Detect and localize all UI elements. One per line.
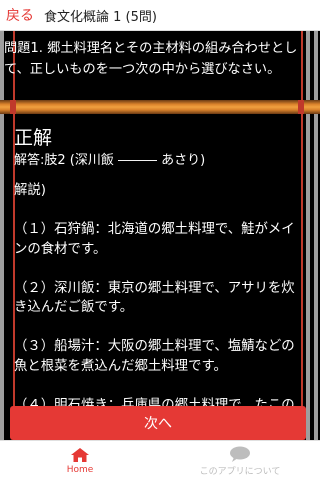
right-gray-rail <box>306 31 310 440</box>
app-header: 戻る 食文化概論 1 (5問) <box>0 0 320 31</box>
tab-about-label: このアプリについて <box>199 466 281 477</box>
answer-text: 解答:肢2 (深川飯 ――― あさり) <box>14 153 206 168</box>
speech-bubble-icon <box>230 446 250 462</box>
tab-home-label: Home <box>66 465 94 475</box>
tab-home[interactable]: Home <box>0 441 160 481</box>
question-text: 問題1. 郷土料理名とその主材料の組み合わせとして、正しいものを一つ次の中から選… <box>4 41 298 77</box>
page-title: 食文化概論 1 (5問) <box>44 9 157 25</box>
explanation-item-3: （３）船場汁：大阪の郷土料理で、塩鯖などの魚と根菜を煮込んだ郷土料理です。 <box>14 339 295 374</box>
bottom-tab-bar: Home このアプリについて <box>0 440 320 481</box>
quiz-stage: 問題1. 郷土料理名とその主材料の組み合わせとして、正しいものを一つ次の中から選… <box>0 31 320 440</box>
decorative-beam <box>0 100 320 114</box>
explanation: 解説) （１）石狩鍋：北海道の郷土料理で、鮭がメインの食材です。 （２）深川飯：… <box>14 181 304 440</box>
explanation-item-2: （２）深川飯：東京の郷土料理で、アサリを炊き込んだご飯です。 <box>14 280 295 316</box>
back-button[interactable]: 戻る <box>6 5 34 25</box>
explanation-item-1: （１）石狩鍋：北海道の郷土料理で、鮭がメインの食材です。 <box>14 222 295 257</box>
next-button[interactable]: 次へ <box>10 406 306 440</box>
answer-verdict: 正解 <box>14 127 53 149</box>
left-gray-rail <box>0 31 4 440</box>
explanation-heading: 解説) <box>14 183 47 198</box>
home-icon <box>71 448 89 462</box>
right-outer-gray-rail <box>314 31 318 440</box>
tab-about-app[interactable]: このアプリについて <box>160 441 320 481</box>
